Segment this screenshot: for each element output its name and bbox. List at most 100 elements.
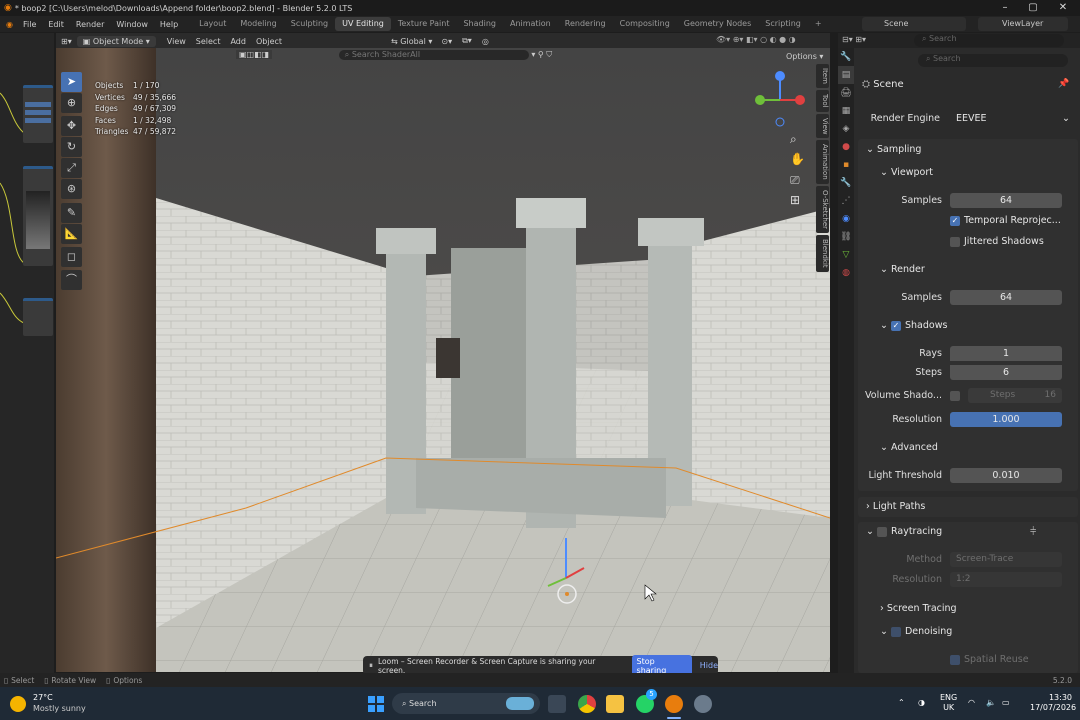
maximize-button[interactable]: ▢ (1018, 0, 1048, 16)
tab-animation[interactable]: Animation (816, 140, 829, 184)
menu-help[interactable]: Help (154, 20, 184, 29)
render-subpanel-header[interactable]: ⌄ Render (880, 264, 925, 275)
pin-icon[interactable]: 📌 (1058, 79, 1069, 89)
orientation-selector[interactable]: ⇆ Global ▾ (387, 37, 436, 46)
tab-view[interactable]: View (816, 113, 829, 139)
tab-o-sketcher[interactable]: O-Sketcher (816, 185, 829, 233)
volume-steps-field[interactable]: Steps 16 (968, 388, 1062, 403)
render-engine-dropdown[interactable]: EEVEE ⌄ (950, 111, 1072, 127)
render-tab-icon[interactable]: ▤ (838, 66, 854, 84)
tab-tool[interactable]: Tool (816, 89, 829, 112)
modifier-tab-icon[interactable]: 🔧 (838, 174, 854, 192)
tray-chevron-icon[interactable]: ⌃ (898, 698, 905, 707)
viewport-samples-field[interactable]: 64 (950, 193, 1062, 208)
particles-tab-icon[interactable]: ⋰ (838, 192, 854, 210)
denoising-subpanel-header[interactable]: ⌄ Denoising (880, 626, 952, 637)
mode-selector[interactable]: ▣ Object Mode ▾ (76, 35, 156, 47)
close-button[interactable]: ✕ (1048, 0, 1078, 16)
language-indicator[interactable]: ENG UK (940, 693, 957, 713)
node-box[interactable] (23, 85, 53, 143)
menu-render[interactable]: Render (70, 20, 110, 29)
tab-rendering[interactable]: Rendering (558, 17, 613, 31)
menu-add[interactable]: Add (225, 37, 251, 46)
transform-tool-icon[interactable]: ⊛ (61, 179, 82, 199)
move-tool-icon[interactable]: ✥ (61, 116, 82, 136)
tab-sculpting[interactable]: Sculpting (284, 17, 335, 31)
tray-app-icon[interactable]: ◑ (918, 698, 925, 707)
snap-icon[interactable]: ⧉▾ (457, 36, 477, 46)
pan-hand-icon[interactable]: ✋ (790, 152, 805, 166)
tab-geometry-nodes[interactable]: Geometry Nodes (677, 17, 758, 31)
jittered-shadows-checkbox[interactable]: Jittered Shadows (950, 236, 1044, 247)
world-tab-icon[interactable]: ● (838, 138, 854, 156)
editor-type-icon[interactable]: ⊟▾ ⊞▾ (842, 35, 866, 44)
battery-icon[interactable]: ▭ (1002, 698, 1010, 707)
material-tab-icon[interactable]: ◍ (838, 264, 854, 282)
tab-uv-editing[interactable]: UV Editing (335, 17, 391, 31)
node-box[interactable] (23, 166, 53, 266)
task-view-icon[interactable] (548, 695, 566, 713)
select-tool-icon[interactable]: ➤ (61, 72, 82, 92)
pivot-icon[interactable]: ⊙▾ (436, 37, 457, 46)
taskbar-search-input[interactable]: ⌕ Search (392, 693, 540, 714)
tab-shading[interactable]: Shading (456, 17, 503, 31)
properties-search-input[interactable]: ⌕ Search (918, 54, 1068, 67)
tab-blendkit[interactable]: Blendkit (816, 234, 829, 272)
scale-tool-icon[interactable]: ⤢ (61, 158, 82, 178)
node-box[interactable] (23, 298, 53, 336)
outliner-search-input[interactable]: ⌕ Search (914, 34, 1064, 47)
file-explorer-icon[interactable] (606, 695, 624, 713)
advanced-subpanel-header[interactable]: ⌄ Advanced (880, 442, 938, 453)
sampling-header[interactable]: ⌄ Sampling (866, 144, 921, 155)
minimize-button[interactable]: – (990, 0, 1020, 16)
method-dropdown[interactable]: Screen-Trace (950, 552, 1062, 567)
presets-icon[interactable]: ⫩ (1030, 525, 1036, 539)
add-workspace-icon[interactable]: + (808, 17, 829, 31)
data-tab-icon[interactable]: ▽ (838, 246, 854, 264)
screen-tracing-subpanel-header[interactable]: › Screen Tracing (880, 603, 957, 614)
annotate-tool-icon[interactable]: ✎ (61, 203, 82, 223)
options-dropdown[interactable]: Options ▾ (786, 52, 823, 61)
menu-window[interactable]: Window (110, 20, 154, 29)
steps-field[interactable]: 6 (950, 365, 1062, 380)
ortho-grid-icon[interactable]: ⊞ (790, 193, 800, 207)
chrome-icon[interactable] (578, 695, 596, 713)
settings-taskbar-icon[interactable] (694, 695, 712, 713)
zoom-icon[interactable]: ⌕ (790, 132, 797, 147)
measure-tool-icon[interactable]: 📐 (61, 224, 82, 244)
physics-tab-icon[interactable]: ◉ (838, 210, 854, 228)
tab-animation[interactable]: Animation (503, 17, 558, 31)
resolution-field[interactable]: 1.000 (950, 412, 1062, 427)
constraints-tab-icon[interactable]: ⛓ (838, 228, 854, 246)
camera-view-icon[interactable]: ⎚ (790, 173, 800, 188)
select-box-icon[interactable]: ▣◫◧◨ (236, 50, 273, 59)
scene-selector[interactable]: Scene (862, 17, 966, 31)
raytracing-header[interactable]: ⌄ Raytracing (866, 526, 942, 537)
menu-file[interactable]: File (17, 20, 42, 29)
menu-object[interactable]: Object (251, 37, 287, 46)
light-paths-header[interactable]: › Light Paths (866, 501, 925, 512)
volume-shadows-checkbox[interactable] (950, 391, 964, 402)
tab-layout[interactable]: Layout (192, 17, 233, 31)
blender-taskbar-icon[interactable] (665, 695, 683, 713)
menu-view[interactable]: View (162, 37, 191, 46)
rays-field[interactable]: 1 (950, 346, 1062, 361)
start-button[interactable] (368, 696, 384, 712)
menu-edit[interactable]: Edit (42, 20, 70, 29)
blender-menu-icon[interactable]: ◉ (6, 20, 13, 29)
render-samples-field[interactable]: 64 (950, 290, 1062, 305)
hide-button[interactable]: Hide (700, 661, 718, 670)
viewport-subpanel-header[interactable]: ⌄ Viewport (880, 167, 933, 178)
shader-search-input[interactable]: ⌕ Search ShaderAll (338, 50, 529, 60)
tab-modeling[interactable]: Modeling (233, 17, 283, 31)
tab-scripting[interactable]: Scripting (758, 17, 808, 31)
wifi-icon[interactable]: ◠ (968, 698, 975, 707)
3d-viewport[interactable]: Objects 1 / 170 Vertices 49 / 35,666 Edges… (56, 48, 830, 672)
output-tab-icon[interactable]: 🖨 (838, 84, 854, 102)
light-threshold-field[interactable]: 0.010 (950, 468, 1062, 483)
cursor-tool-icon[interactable]: ⊕ (61, 93, 82, 113)
rt-resolution-dropdown[interactable]: 1:2 (950, 572, 1062, 587)
rotate-tool-icon[interactable]: ↻ (61, 137, 82, 157)
tab-texture-paint[interactable]: Texture Paint (391, 17, 457, 31)
node-editor-panel[interactable] (0, 33, 54, 673)
